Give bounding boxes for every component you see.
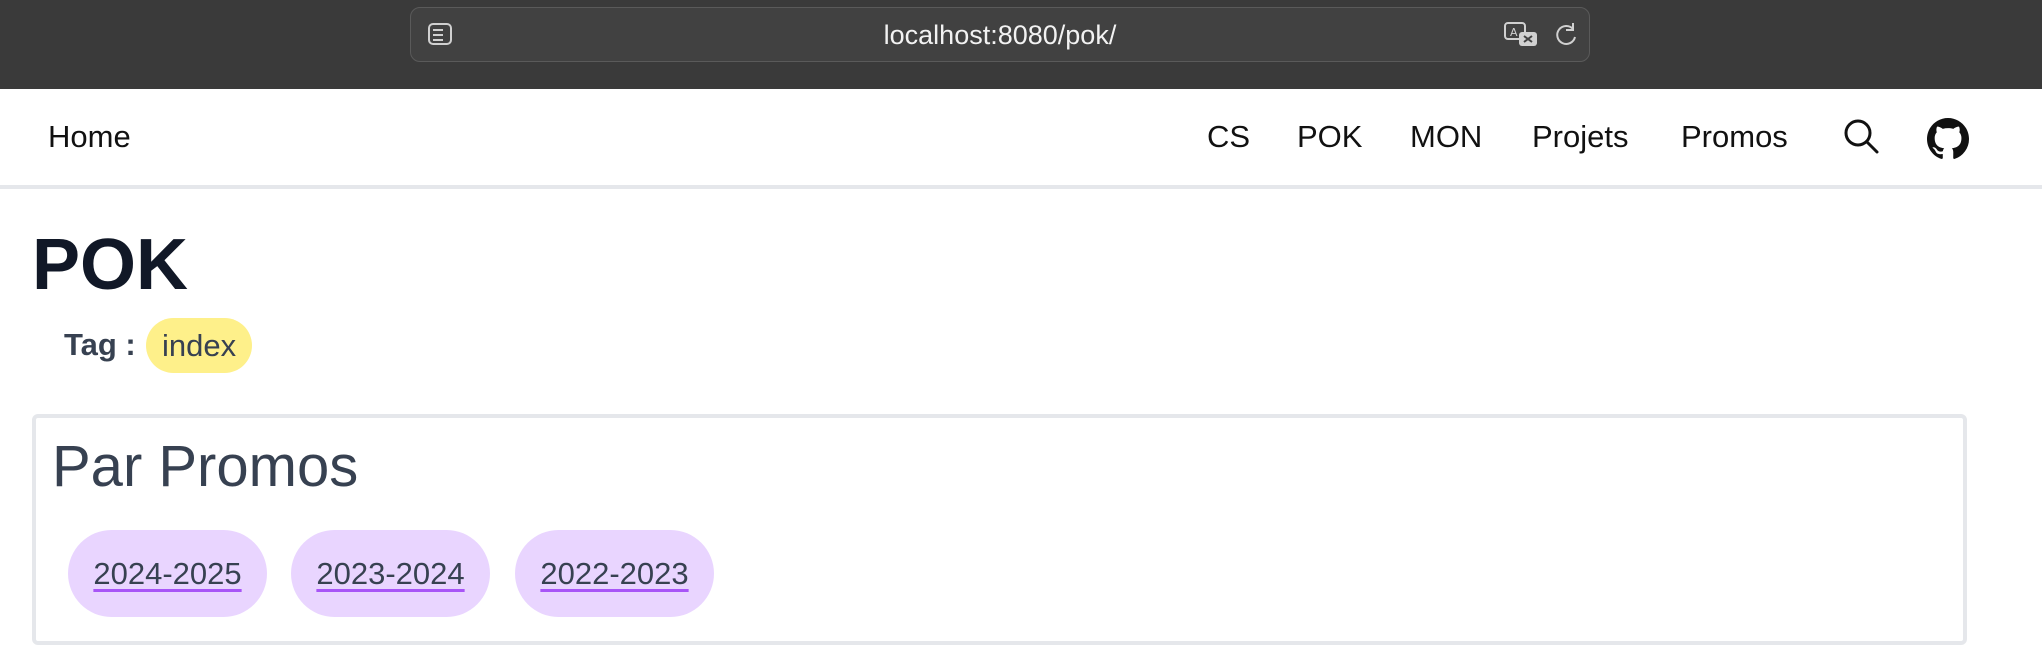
card-title: Par Promos xyxy=(52,434,359,499)
site-header: Home CS POK MON Projets Promos xyxy=(0,89,2042,189)
reload-icon[interactable] xyxy=(1551,20,1581,50)
promo-link-2023-2024[interactable]: 2023-2024 xyxy=(291,530,490,617)
promos-card: Par Promos 2024-2025 2023-2024 2022-2023 xyxy=(32,414,1967,645)
github-icon[interactable] xyxy=(1927,118,1969,165)
url-text[interactable]: localhost:8080/pok/ xyxy=(411,20,1589,51)
nav-mon[interactable]: MON xyxy=(1410,119,1482,155)
nav-promos[interactable]: Promos xyxy=(1681,119,1788,155)
search-icon[interactable] xyxy=(1842,116,1880,161)
tag-label: Tag : xyxy=(64,327,136,362)
home-link[interactable]: Home xyxy=(48,119,131,155)
promo-link-2022-2023[interactable]: 2022-2023 xyxy=(515,530,714,617)
nav-cs[interactable]: CS xyxy=(1207,119,1250,155)
nav-pok[interactable]: POK xyxy=(1297,119,1362,155)
promo-link-2024-2025[interactable]: 2024-2025 xyxy=(68,530,267,617)
nav-projets[interactable]: Projets xyxy=(1532,119,1628,155)
page-title: POK xyxy=(32,225,189,305)
address-bar[interactable]: localhost:8080/pok/ A xyxy=(410,7,1590,62)
browser-toolbar: localhost:8080/pok/ A xyxy=(0,0,2042,90)
tag-badge-index[interactable]: index xyxy=(146,318,253,373)
svg-text:A: A xyxy=(1510,26,1518,39)
translate-icon[interactable]: A xyxy=(1503,20,1541,50)
